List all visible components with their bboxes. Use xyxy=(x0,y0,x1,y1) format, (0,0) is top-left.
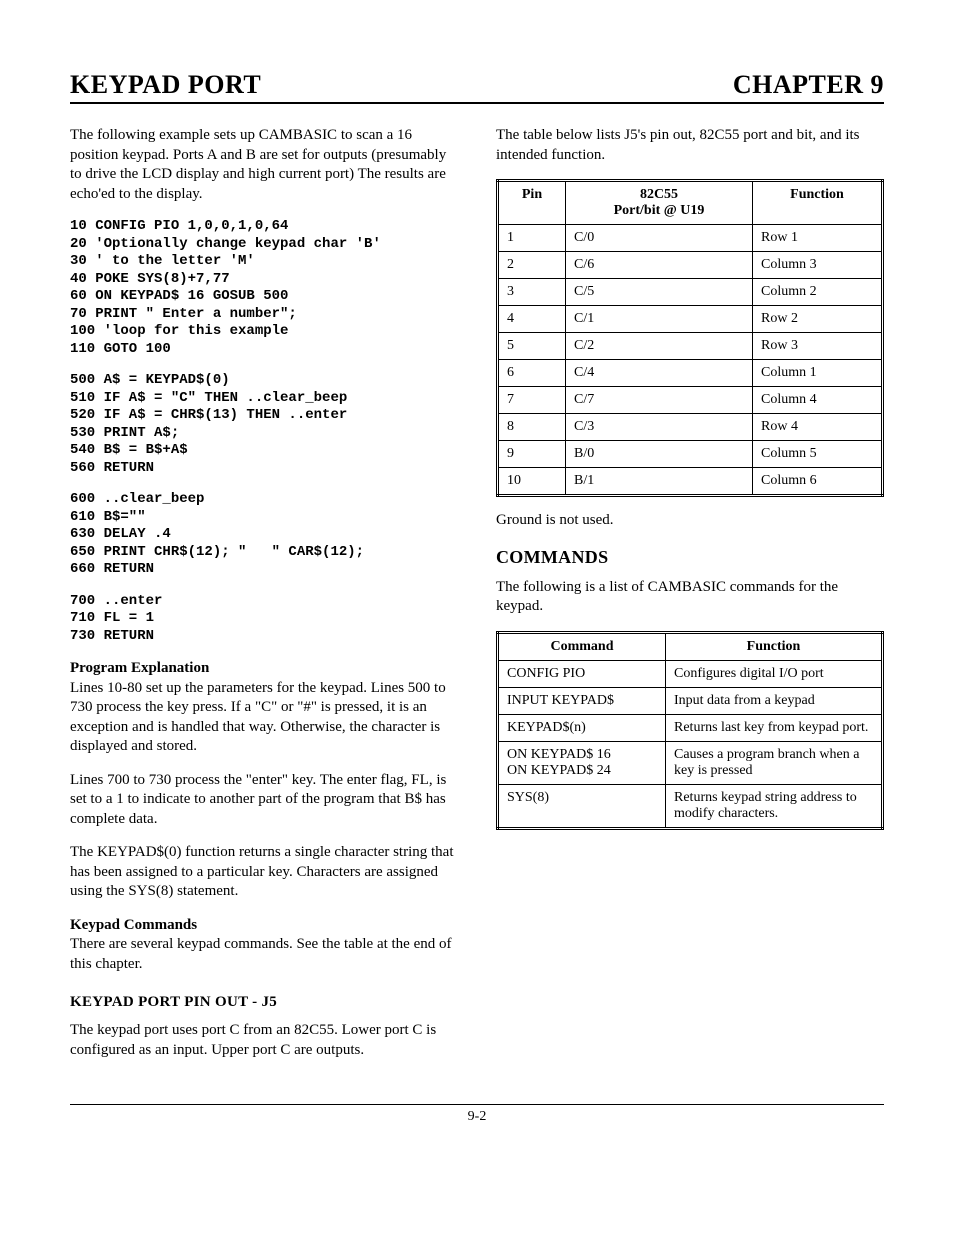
keypad-commands-body: There are several keypad commands. See t… xyxy=(70,935,458,974)
table-cell: C/7 xyxy=(566,387,753,414)
table-cell: 1 xyxy=(498,225,566,252)
table-row: 1C/0Row 1 xyxy=(498,225,883,252)
table-cell: Causes a program branch when a key is pr… xyxy=(666,741,883,784)
table-row: 5C/2Row 3 xyxy=(498,333,883,360)
table-cell: 3 xyxy=(498,279,566,306)
table-cell: C/6 xyxy=(566,252,753,279)
table-cell: 9 xyxy=(498,441,566,468)
table-header-row: Pin 82C55 Port/bit @ U19 Function xyxy=(498,181,883,225)
table-cell: B/1 xyxy=(566,468,753,496)
table-cell: Row 4 xyxy=(753,414,883,441)
table-cell: C/3 xyxy=(566,414,753,441)
program-explanation-1: Lines 10-80 set up the parameters for th… xyxy=(70,679,458,757)
program-explanation-2: Lines 700 to 730 process the "enter" key… xyxy=(70,771,458,830)
page-header: KEYPAD PORT CHAPTER 9 xyxy=(70,70,884,104)
keypad-commands-title: Keypad Commands xyxy=(70,916,458,936)
table-row: 7C/7Column 4 xyxy=(498,387,883,414)
table-row: INPUT KEYPAD$Input data from a keypad xyxy=(498,687,883,714)
header-left: KEYPAD PORT xyxy=(70,70,261,100)
right-intro: The table below lists J5's pin out, 82C5… xyxy=(496,126,884,165)
table-cell: 10 xyxy=(498,468,566,496)
table-cell: C/0 xyxy=(566,225,753,252)
table-row: 6C/4Column 1 xyxy=(498,360,883,387)
program-explanation-title: Program Explanation xyxy=(70,659,458,679)
page-footer: 9-2 xyxy=(70,1104,884,1125)
table-row: KEYPAD$(n)Returns last key from keypad p… xyxy=(498,714,883,741)
code-block-4: 700 ..enter 710 FL = 1 730 RETURN xyxy=(70,593,458,646)
table-row: ON KEYPAD$ 16 ON KEYPAD$ 24Causes a prog… xyxy=(498,741,883,784)
th-port: 82C55 Port/bit @ U19 xyxy=(566,181,753,225)
table-cell: 7 xyxy=(498,387,566,414)
table-cell: ON KEYPAD$ 16 ON KEYPAD$ 24 xyxy=(498,741,666,784)
code-block-2: 500 A$ = KEYPAD$(0) 510 IF A$ = "C" THEN… xyxy=(70,372,458,477)
table-cell: Column 2 xyxy=(753,279,883,306)
table-cell: C/2 xyxy=(566,333,753,360)
table-row: 3C/5Column 2 xyxy=(498,279,883,306)
table-cell: Row 1 xyxy=(753,225,883,252)
header-right: CHAPTER 9 xyxy=(733,70,884,100)
table-cell: B/0 xyxy=(566,441,753,468)
cmd-table-body: CONFIG PIOConfigures digital I/O portINP… xyxy=(498,660,883,828)
table-cell: CONFIG PIO xyxy=(498,660,666,687)
table-cell: Returns keypad string address to modify … xyxy=(666,784,883,828)
table-cell: C/5 xyxy=(566,279,753,306)
table-cell: Column 5 xyxy=(753,441,883,468)
table-cell: INPUT KEYPAD$ xyxy=(498,687,666,714)
table-cell: 5 xyxy=(498,333,566,360)
table-cell: Configures digital I/O port xyxy=(666,660,883,687)
table-cell: SYS(8) xyxy=(498,784,666,828)
code-block-3: 600 ..clear_beep 610 B$="" 630 DELAY .4 … xyxy=(70,491,458,579)
ground-note: Ground is not used. xyxy=(496,511,884,531)
table-row: SYS(8)Returns keypad string address to m… xyxy=(498,784,883,828)
pinout-body: The keypad port uses port C from an 82C5… xyxy=(70,1021,458,1060)
table-cell: KEYPAD$(n) xyxy=(498,714,666,741)
pinout-heading: KEYPAD PORT PIN OUT - J5 xyxy=(70,994,458,1011)
commands-heading: COMMANDS xyxy=(496,547,884,568)
pin-table: Pin 82C55 Port/bit @ U19 Function 1C/0Ro… xyxy=(496,179,884,497)
table-cell: Row 3 xyxy=(753,333,883,360)
table-cell: Column 1 xyxy=(753,360,883,387)
th-command: Command xyxy=(498,632,666,660)
th-pin: Pin xyxy=(498,181,566,225)
program-explanation-3: The KEYPAD$(0) function returns a single… xyxy=(70,843,458,902)
th-cmd-function: Function xyxy=(666,632,883,660)
table-header-row: Command Function xyxy=(498,632,883,660)
table-row: 8C/3Row 4 xyxy=(498,414,883,441)
right-column: The table below lists J5's pin out, 82C5… xyxy=(496,126,884,1074)
table-row: 4C/1Row 2 xyxy=(498,306,883,333)
table-row: 2C/6Column 3 xyxy=(498,252,883,279)
content-columns: The following example sets up CAMBASIC t… xyxy=(70,126,884,1074)
table-row: 9B/0Column 5 xyxy=(498,441,883,468)
code-block-1: 10 CONFIG PIO 1,0,0,1,0,64 20 'Optionall… xyxy=(70,218,458,358)
table-row: CONFIG PIOConfigures digital I/O port xyxy=(498,660,883,687)
table-cell: Column 4 xyxy=(753,387,883,414)
table-cell: 2 xyxy=(498,252,566,279)
table-cell: Column 6 xyxy=(753,468,883,496)
table-cell: C/1 xyxy=(566,306,753,333)
pin-table-body: 1C/0Row 12C/6Column 33C/5Column 24C/1Row… xyxy=(498,225,883,496)
table-cell: Returns last key from keypad port. xyxy=(666,714,883,741)
table-row: 10B/1Column 6 xyxy=(498,468,883,496)
table-cell: C/4 xyxy=(566,360,753,387)
table-cell: Input data from a keypad xyxy=(666,687,883,714)
commands-table: Command Function CONFIG PIOConfigures di… xyxy=(496,631,884,830)
th-function: Function xyxy=(753,181,883,225)
table-cell: Row 2 xyxy=(753,306,883,333)
intro-paragraph: The following example sets up CAMBASIC t… xyxy=(70,126,458,204)
commands-intro: The following is a list of CAMBASIC comm… xyxy=(496,578,884,617)
table-cell: Column 3 xyxy=(753,252,883,279)
table-cell: 6 xyxy=(498,360,566,387)
table-cell: 4 xyxy=(498,306,566,333)
left-column: The following example sets up CAMBASIC t… xyxy=(70,126,458,1074)
table-cell: 8 xyxy=(498,414,566,441)
